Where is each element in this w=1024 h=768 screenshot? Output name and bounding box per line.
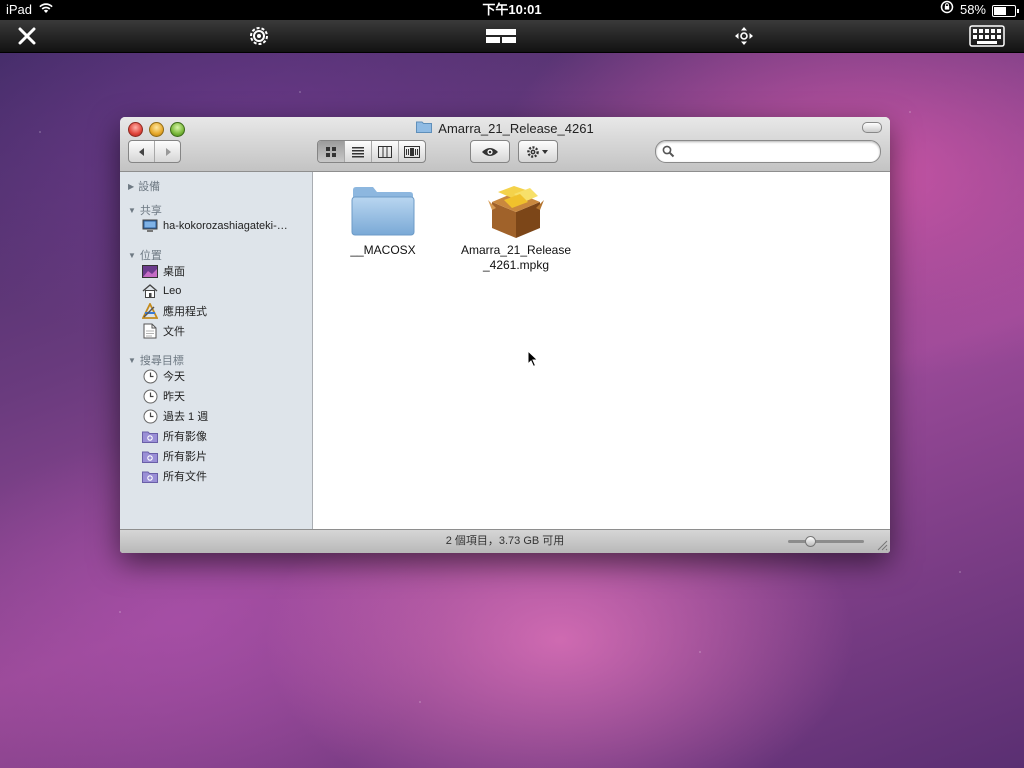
- file-item-folder[interactable]: __MACOSX: [333, 182, 433, 258]
- title-bar: Amarra_21_Release_4261: [120, 117, 890, 172]
- gear-icon[interactable]: [246, 20, 272, 52]
- eye-icon: [482, 147, 498, 156]
- sidebar-item-today[interactable]: 今天: [142, 367, 308, 385]
- battery-percent: 58%: [959, 2, 986, 17]
- clock-icon: [142, 408, 158, 424]
- sidebar-item-desktop[interactable]: 桌面: [142, 262, 308, 280]
- quick-look-button-group: [470, 140, 510, 163]
- file-name: __MACOSX: [350, 243, 416, 257]
- sidebar-item-applications[interactable]: 應用程式: [142, 302, 308, 320]
- sidebar-item-label: 文件: [163, 326, 185, 338]
- sidebar-item-label: 所有影片: [163, 451, 207, 463]
- disclosure-collapsed-icon: ▶: [128, 181, 135, 191]
- icon-size-slider[interactable]: [788, 536, 864, 547]
- sidebar-item-home[interactable]: Leo: [142, 282, 308, 300]
- rotation-lock-icon: [940, 0, 954, 20]
- column-view-button[interactable]: [372, 141, 399, 162]
- window-layout-icon[interactable]: [484, 20, 518, 52]
- folder-icon: [416, 120, 433, 136]
- sidebar-item-label: 所有影像: [163, 431, 207, 443]
- smart-folder-icon: [142, 428, 158, 444]
- sidebar-item-all-images[interactable]: 所有影像: [142, 427, 308, 445]
- forward-button[interactable]: [155, 141, 180, 162]
- view-mode-selector: [317, 140, 426, 163]
- package-box-icon: [488, 186, 544, 238]
- sidebar-item-label: 今天: [163, 371, 185, 383]
- sidebar-item-all-movies[interactable]: 所有影片: [142, 447, 308, 465]
- coverflow-view-button[interactable]: [399, 141, 425, 162]
- list-view-button[interactable]: [345, 141, 372, 162]
- disclosure-expanded-icon: ▼: [128, 205, 136, 215]
- window-title: Amarra_21_Release_4261: [438, 120, 594, 136]
- folder-icon: [351, 187, 415, 236]
- sidebar-item-label: 應用程式: [163, 306, 207, 318]
- file-browser-content: __MACOSX Amarra_21_Release _4261.mpkg: [313, 172, 890, 530]
- resize-grip-icon[interactable]: [876, 539, 888, 551]
- clock-icon: [142, 368, 158, 384]
- icon-view-button[interactable]: [318, 141, 345, 162]
- finder-window: Amarra_21_Release_4261 ▶ 設備 ▼ 共享 ha-koko…: [120, 117, 890, 553]
- battery-icon: [992, 4, 1019, 17]
- sidebar-section-label: 搜尋目標: [139, 355, 184, 367]
- search-field[interactable]: [655, 140, 881, 163]
- toolbar-toggle-button[interactable]: [862, 122, 882, 133]
- nav-buttons: [128, 140, 181, 163]
- sidebar-item-shared-computer[interactable]: ha-kokorozashiagateki-…: [142, 217, 308, 235]
- clock-icon: [142, 388, 158, 404]
- ios-status-bar: iPad 下午10:01 58%: [0, 0, 1024, 20]
- back-button[interactable]: [129, 141, 155, 162]
- list-view-icon: [352, 146, 364, 157]
- file-name-line2: _4261.mpkg: [482, 258, 550, 272]
- file-item-package[interactable]: Amarra_21_Release _4261.mpkg: [451, 182, 581, 273]
- sidebar-item-past-week[interactable]: 過去 1 週: [142, 407, 308, 425]
- action-menu-button[interactable]: [519, 141, 557, 162]
- clock: 下午10:01: [482, 2, 542, 17]
- status-text: 2 個項目，3.73 GB 可用: [445, 535, 565, 547]
- quick-look-button[interactable]: [471, 141, 509, 162]
- slider-knob[interactable]: [805, 536, 816, 547]
- applications-icon: [142, 303, 158, 319]
- sidebar-item-documents[interactable]: 文件: [142, 322, 308, 340]
- disclosure-expanded-icon: ▼: [128, 250, 136, 260]
- computer-icon: [142, 218, 158, 234]
- smart-folder-icon: [142, 448, 158, 464]
- move-arrows-icon[interactable]: [732, 20, 756, 52]
- gear-dropdown-icon: [527, 145, 548, 158]
- sidebar-section-label: 設備: [138, 181, 161, 193]
- coverflow-view-icon: [404, 145, 420, 158]
- file-name-line1: Amarra_21_Release: [460, 243, 572, 257]
- sidebar-section-devices[interactable]: ▶ 設備: [128, 178, 160, 194]
- sidebar-item-label: 所有文件: [163, 471, 207, 483]
- sidebar-item-all-documents[interactable]: 所有文件: [142, 467, 308, 485]
- sidebar: ▶ 設備 ▼ 共享 ha-kokorozashiagateki-… ▼ 位置 桌…: [120, 172, 313, 530]
- close-icon[interactable]: [14, 20, 40, 52]
- search-input[interactable]: [678, 143, 872, 160]
- action-button-group: [518, 140, 558, 163]
- sidebar-section-shared[interactable]: ▼ 共享: [128, 202, 162, 218]
- sidebar-item-label: 桌面: [163, 266, 185, 278]
- search-icon: [662, 145, 675, 158]
- icon-view-icon: [326, 146, 336, 157]
- disclosure-expanded-icon: ▼: [128, 355, 136, 365]
- smart-folder-icon: [142, 468, 158, 484]
- column-view-icon: [378, 145, 392, 158]
- remote-app-toolbar: [0, 20, 1024, 53]
- window-status-bar: 2 個項目，3.73 GB 可用: [120, 529, 890, 553]
- desktop-icon: [142, 263, 158, 279]
- sidebar-item-label: Leo: [163, 285, 182, 297]
- sidebar-item-label: 過去 1 週: [163, 411, 209, 423]
- sidebar-section-search-for[interactable]: ▼ 搜尋目標: [128, 352, 184, 368]
- sidebar-item-label: 昨天: [163, 391, 185, 403]
- documents-icon: [142, 323, 158, 339]
- sidebar-section-label: 位置: [139, 250, 162, 262]
- sidebar-section-label: 共享: [139, 205, 162, 217]
- home-icon: [142, 283, 158, 299]
- sidebar-item-yesterday[interactable]: 昨天: [142, 387, 308, 405]
- sidebar-item-label: ha-kokorozashiagateki-…: [163, 220, 288, 232]
- sidebar-section-places[interactable]: ▼ 位置: [128, 247, 162, 263]
- mouse-cursor-icon: [527, 350, 539, 368]
- keyboard-icon[interactable]: [968, 20, 1006, 52]
